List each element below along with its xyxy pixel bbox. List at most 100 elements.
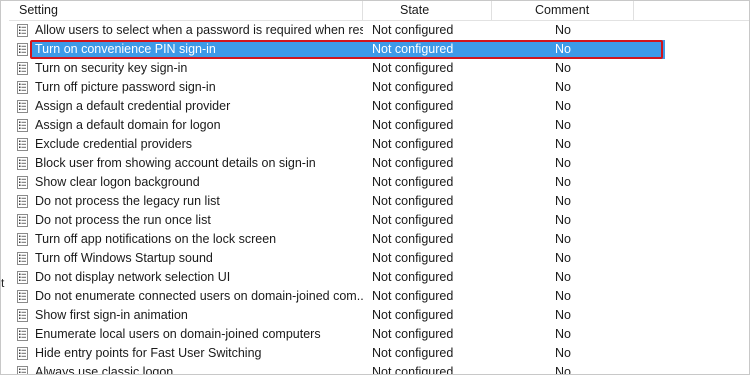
setting-comment: No — [555, 118, 571, 132]
setting-comment: No — [555, 213, 571, 227]
table-row[interactable]: Turn on security key sign-in Not configur… — [9, 59, 749, 78]
table-row[interactable]: Block user from showing account details … — [9, 154, 749, 173]
policy-setting-icon — [17, 138, 28, 151]
setting-comment: No — [555, 270, 571, 284]
setting-comment: No — [555, 308, 571, 322]
column-header-state[interactable]: State — [400, 1, 429, 20]
setting-state: Not configured — [372, 327, 454, 341]
setting-state: Not configured — [372, 365, 454, 375]
setting-name: Turn off Windows Startup sound — [35, 251, 213, 265]
setting-name: Do not process the run once list — [35, 213, 211, 227]
setting-comment: No — [555, 80, 571, 94]
setting-state: Not configured — [372, 118, 454, 132]
setting-name: Exclude credential providers — [35, 137, 193, 151]
setting-state: Not configured — [372, 213, 454, 227]
setting-comment: No — [555, 137, 571, 151]
setting-state: Not configured — [372, 175, 454, 189]
setting-name: Show first sign-in animation — [35, 308, 188, 322]
policy-setting-icon — [17, 366, 28, 374]
table-row[interactable]: Do not process the run once list Not conf… — [9, 211, 749, 230]
setting-comment: No — [555, 365, 571, 375]
column-divider[interactable] — [633, 1, 634, 20]
setting-comment: No — [555, 289, 571, 303]
table-row[interactable]: Turn off picture password sign-in Not con… — [9, 78, 749, 97]
column-header-setting[interactable]: Setting — [19, 1, 58, 20]
setting-name: Block user from showing account details … — [35, 156, 316, 170]
setting-name: Turn on security key sign-in — [35, 61, 188, 75]
table-row[interactable]: Do not process the legacy run list Not co… — [9, 192, 749, 211]
table-row[interactable]: Turn off app notifications on the lock s… — [9, 230, 749, 249]
policy-setting-icon — [17, 233, 28, 246]
setting-name: Assign a default domain for logon — [35, 118, 221, 132]
setting-state: Not configured — [372, 270, 454, 284]
policy-setting-icon — [17, 328, 28, 341]
setting-comment: No — [555, 23, 571, 37]
setting-state: Not configured — [372, 232, 454, 246]
policy-setting-icon — [17, 195, 28, 208]
settings-list: Allow users to select when a password is… — [9, 21, 749, 375]
table-row[interactable]: Assign a default domain for logon Not con… — [9, 116, 749, 135]
policy-setting-icon — [17, 43, 28, 56]
setting-comment: No — [555, 99, 571, 113]
table-row[interactable]: Do not display network selection UI Not c… — [9, 268, 749, 287]
column-divider[interactable] — [491, 1, 492, 20]
setting-name: Enumerate local users on domain-joined c… — [35, 327, 321, 341]
policy-setting-icon — [17, 24, 28, 37]
table-row[interactable]: Turn off Windows Startup sound Not config… — [9, 249, 749, 268]
column-header-comment[interactable]: Comment — [535, 1, 589, 20]
setting-name: Hide entry points for Fast User Switchin… — [35, 346, 262, 360]
table-row[interactable]: Allow users to select when a password is… — [9, 21, 749, 40]
setting-name: Do not enumerate connected users on doma… — [35, 289, 363, 303]
table-row[interactable]: Show clear logon background Not configure… — [9, 173, 749, 192]
policy-setting-icon — [17, 62, 28, 75]
policy-setting-icon — [17, 252, 28, 265]
policy-setting-icon — [17, 290, 28, 303]
setting-comment: No — [555, 232, 571, 246]
policy-setting-icon — [17, 157, 28, 170]
setting-comment: No — [555, 175, 571, 189]
setting-state: Not configured — [372, 194, 454, 208]
column-divider[interactable] — [362, 1, 363, 20]
column-header-bar: Setting State Comment — [9, 1, 749, 21]
setting-state: Not configured — [372, 80, 454, 94]
setting-name: Always use classic logon — [35, 365, 174, 375]
setting-name: Show clear logon background — [35, 175, 200, 189]
annotation-highlight-box — [30, 40, 663, 59]
table-row[interactable]: Hide entry points for Fast User Switchin… — [9, 344, 749, 363]
policy-setting-icon — [17, 176, 28, 189]
table-row[interactable]: Always use classic logon Not configured No — [9, 363, 749, 375]
setting-name: Assign a default credential provider — [35, 99, 231, 113]
policy-setting-icon — [17, 119, 28, 132]
policy-setting-icon — [17, 214, 28, 227]
table-row[interactable]: Exclude credential providers Not configur… — [9, 135, 749, 154]
table-row[interactable]: Do not enumerate connected users on doma… — [9, 287, 749, 306]
setting-state: Not configured — [372, 308, 454, 322]
left-gutter — [1, 1, 9, 374]
setting-comment: No — [555, 327, 571, 341]
setting-comment: No — [555, 346, 571, 360]
policy-setting-icon — [17, 309, 28, 322]
partial-text: t — [1, 276, 5, 290]
setting-comment: No — [555, 156, 571, 170]
setting-name: Allow users to select when a password is… — [35, 23, 363, 37]
policy-setting-icon — [17, 100, 28, 113]
setting-name: Turn off picture password sign-in — [35, 80, 216, 94]
setting-state: Not configured — [372, 23, 454, 37]
policy-list-pane: t Setting State Comment Allow users to s… — [0, 0, 750, 375]
policy-setting-icon — [17, 347, 28, 360]
setting-state: Not configured — [372, 61, 454, 75]
table-row[interactable]: Enumerate local users on domain-joined c… — [9, 325, 749, 344]
setting-state: Not configured — [372, 289, 454, 303]
table-row[interactable]: Show first sign-in animation Not configur… — [9, 306, 749, 325]
policy-setting-icon — [17, 81, 28, 94]
setting-state: Not configured — [372, 156, 454, 170]
setting-state: Not configured — [372, 251, 454, 265]
setting-comment: No — [555, 61, 571, 75]
setting-comment: No — [555, 251, 571, 265]
table-row[interactable]: Assign a default credential provider Not … — [9, 97, 749, 116]
setting-state: Not configured — [372, 99, 454, 113]
setting-name: Do not process the legacy run list — [35, 194, 220, 208]
setting-name: Turn off app notifications on the lock s… — [35, 232, 277, 246]
setting-comment: No — [555, 194, 571, 208]
setting-state: Not configured — [372, 346, 454, 360]
